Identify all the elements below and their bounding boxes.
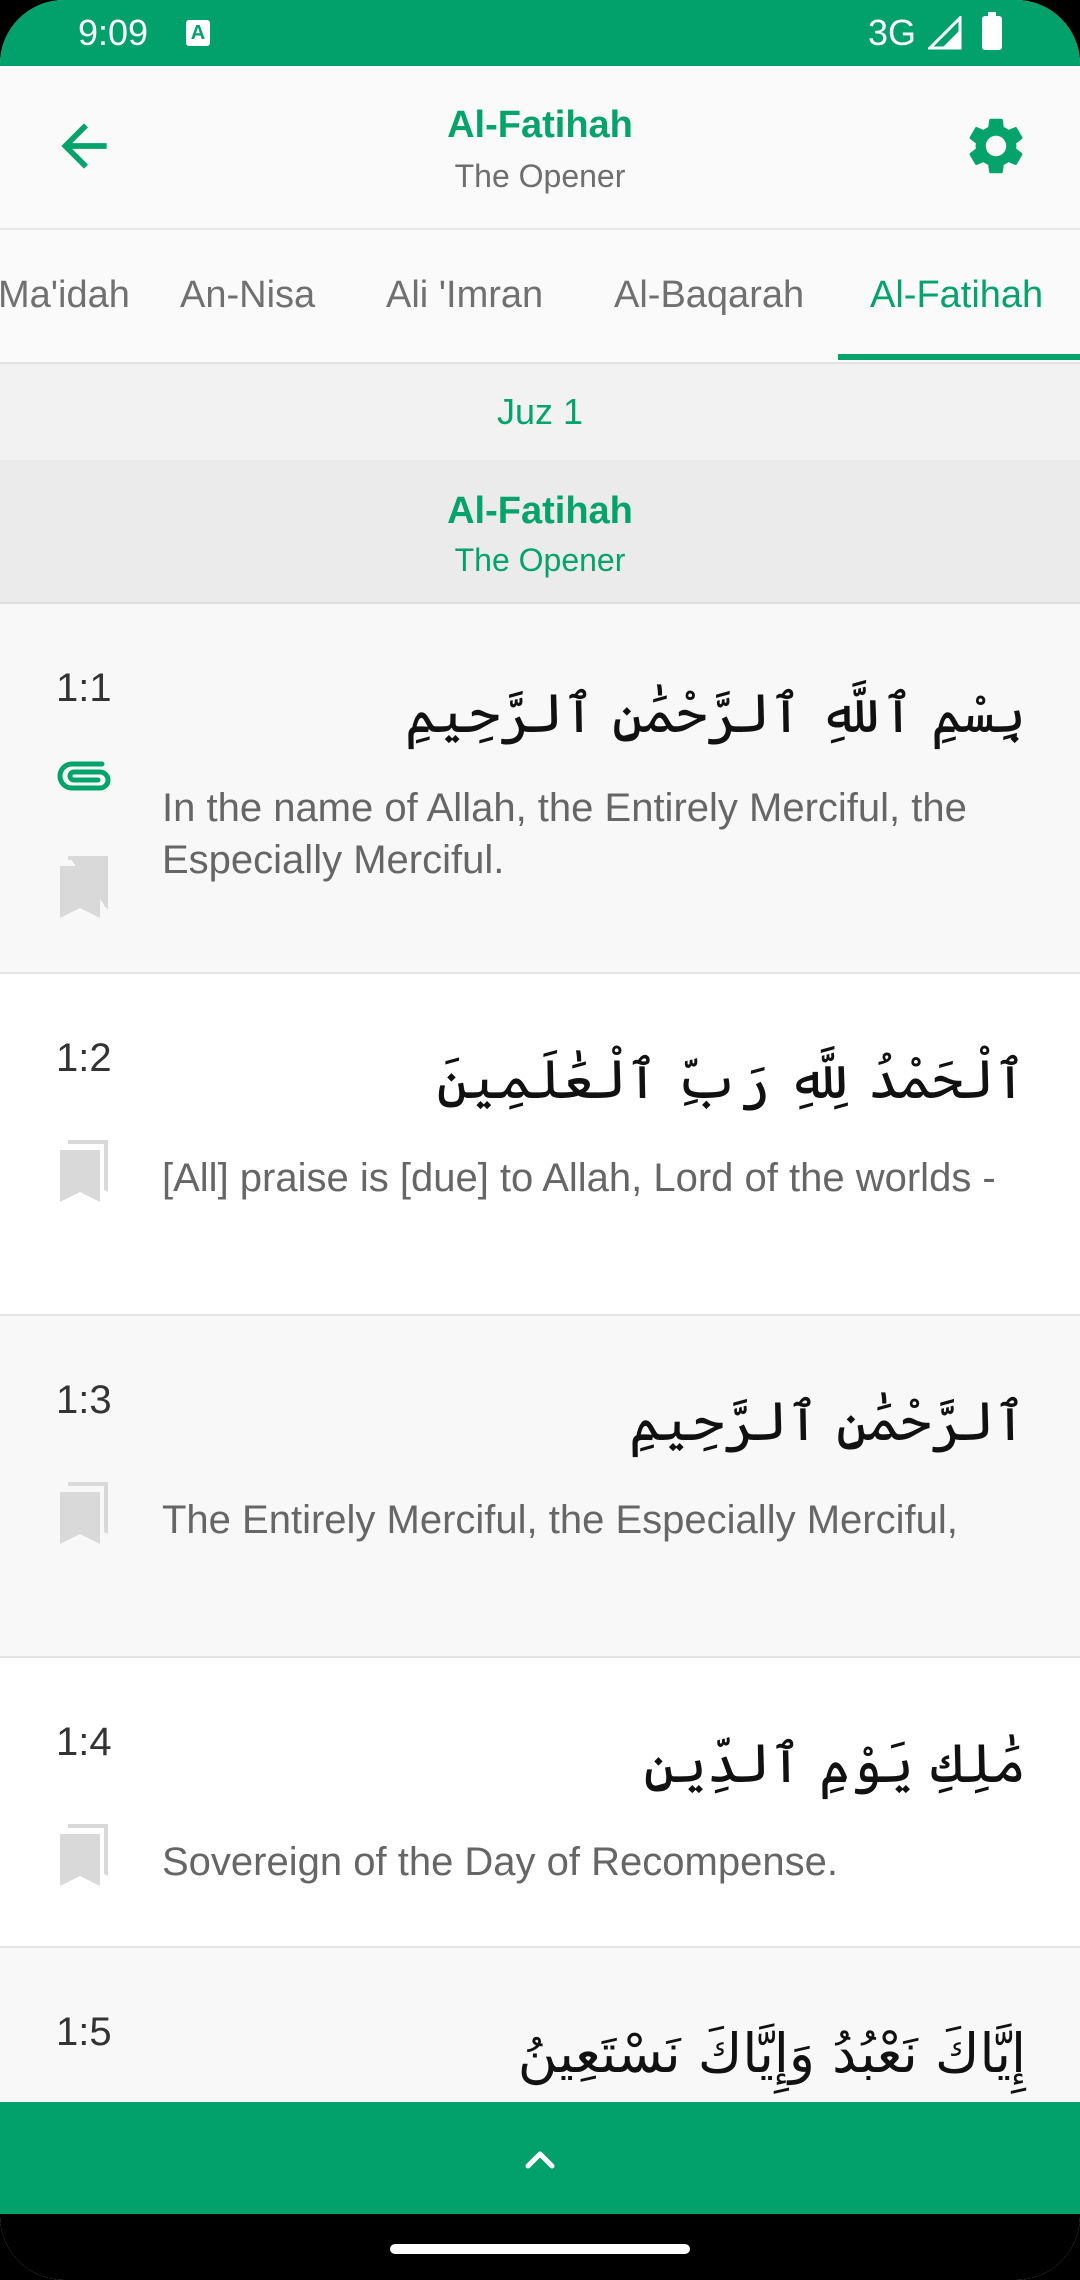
gear-icon[interactable] [962,112,1030,180]
surah-header: Al-Fatihah The Opener [0,460,1080,604]
app-root: 9:09 A 3G Al-Fatihah The Opener Ma'idah … [0,0,1080,2280]
accessibility-notification-icon: A [186,20,210,46]
tab-al-baqarah[interactable]: Al-Baqarah [614,274,804,317]
signal-icon [928,16,962,50]
verse-arabic-text: ٱلرَّحْمَٰنِ ٱلرَّحِيمِ [629,1390,1026,1453]
verse-translation: Sovereign of the Day of Recompense. [162,1840,838,1884]
page-title: Al-Fatihah [447,104,633,146]
app-toolbar: Al-Fatihah The Opener [0,66,1080,230]
system-navigation-bar [0,2214,1080,2280]
verse-row[interactable]: 1:4 مَٰلِكِ يَوْمِ ٱلدِّينِ Sovereign of… [0,1658,1080,1948]
tab-al-maidah[interactable]: Ma'idah [0,274,130,317]
surah-tab-bar: Ma'idah An-Nisa Ali 'Imran Al-Baqarah Al… [0,230,1080,364]
status-bar: 9:09 A 3G [0,0,1080,66]
verse-number: 1:5 [56,2010,112,2054]
verse-row[interactable]: 1:2 ٱلْحَمْدُ لِلَّهِ رَبِّ ٱلْعَٰلَمِين… [0,974,1080,1316]
juz-header: Juz 1 [0,364,1080,460]
surah-name: Al-Fatihah [447,490,633,532]
verse-number: 1:1 [56,666,112,710]
verse-number: 1:2 [56,1036,112,1080]
verse-arabic-text: مَٰلِكِ يَوْمِ ٱلدِّينِ [643,1732,1026,1795]
active-tab-indicator [838,354,1080,360]
verse-number: 1:4 [56,1720,112,1764]
status-time: 9:09 [78,12,149,53]
network-type: 3G [868,12,917,53]
bookmark-icon[interactable] [58,852,118,918]
verse-translation: [All] praise is [due] to Allah, Lord of … [162,1156,996,1200]
verse-arabic-text: إِيَّاكَ نَعْبُدُ وَإِيَّاكَ نَسْتَعِينُ [517,2022,1026,2085]
tab-an-nisa[interactable]: An-Nisa [180,274,315,317]
bookmark-icon[interactable] [58,1136,118,1202]
home-gesture-handle[interactable] [390,2244,690,2254]
page-subtitle: The Opener [454,158,626,194]
verse-translation: In the name of Allah, the Entirely Merci… [162,786,967,882]
paperclip-icon[interactable] [56,756,116,796]
tab-al-fatihah[interactable]: Al-Fatihah [870,274,1043,317]
verse-number: 1:3 [56,1378,112,1422]
verse-row[interactable]: 1:1 بِسْمِ ٱللَّهِ ٱلرَّحْمَٰنِ ٱلرَّحِي… [0,604,1080,974]
tab-ali-imran[interactable]: Ali 'Imran [386,274,543,317]
bottom-audio-bar[interactable] [0,2102,1080,2214]
verse-arabic-text: ٱلْحَمْدُ لِلَّهِ رَبِّ ٱلْعَٰلَمِينَ [436,1048,1026,1111]
chevron-up-icon[interactable] [516,2136,564,2184]
verse-arabic-text: بِسْمِ ٱللَّهِ ٱلرَّحْمَٰنِ ٱلرَّحِيمِ [404,682,1026,745]
surah-meaning: The Opener [454,542,626,578]
bookmark-icon[interactable] [58,1478,118,1544]
verse-translation: The Entirely Merciful, the Especially Me… [162,1498,958,1542]
bookmark-icon[interactable] [58,1820,118,1886]
battery-icon [982,12,1002,50]
verse-row[interactable]: 1:3 ٱلرَّحْمَٰنِ ٱلرَّحِيمِ The Entirely… [0,1316,1080,1658]
